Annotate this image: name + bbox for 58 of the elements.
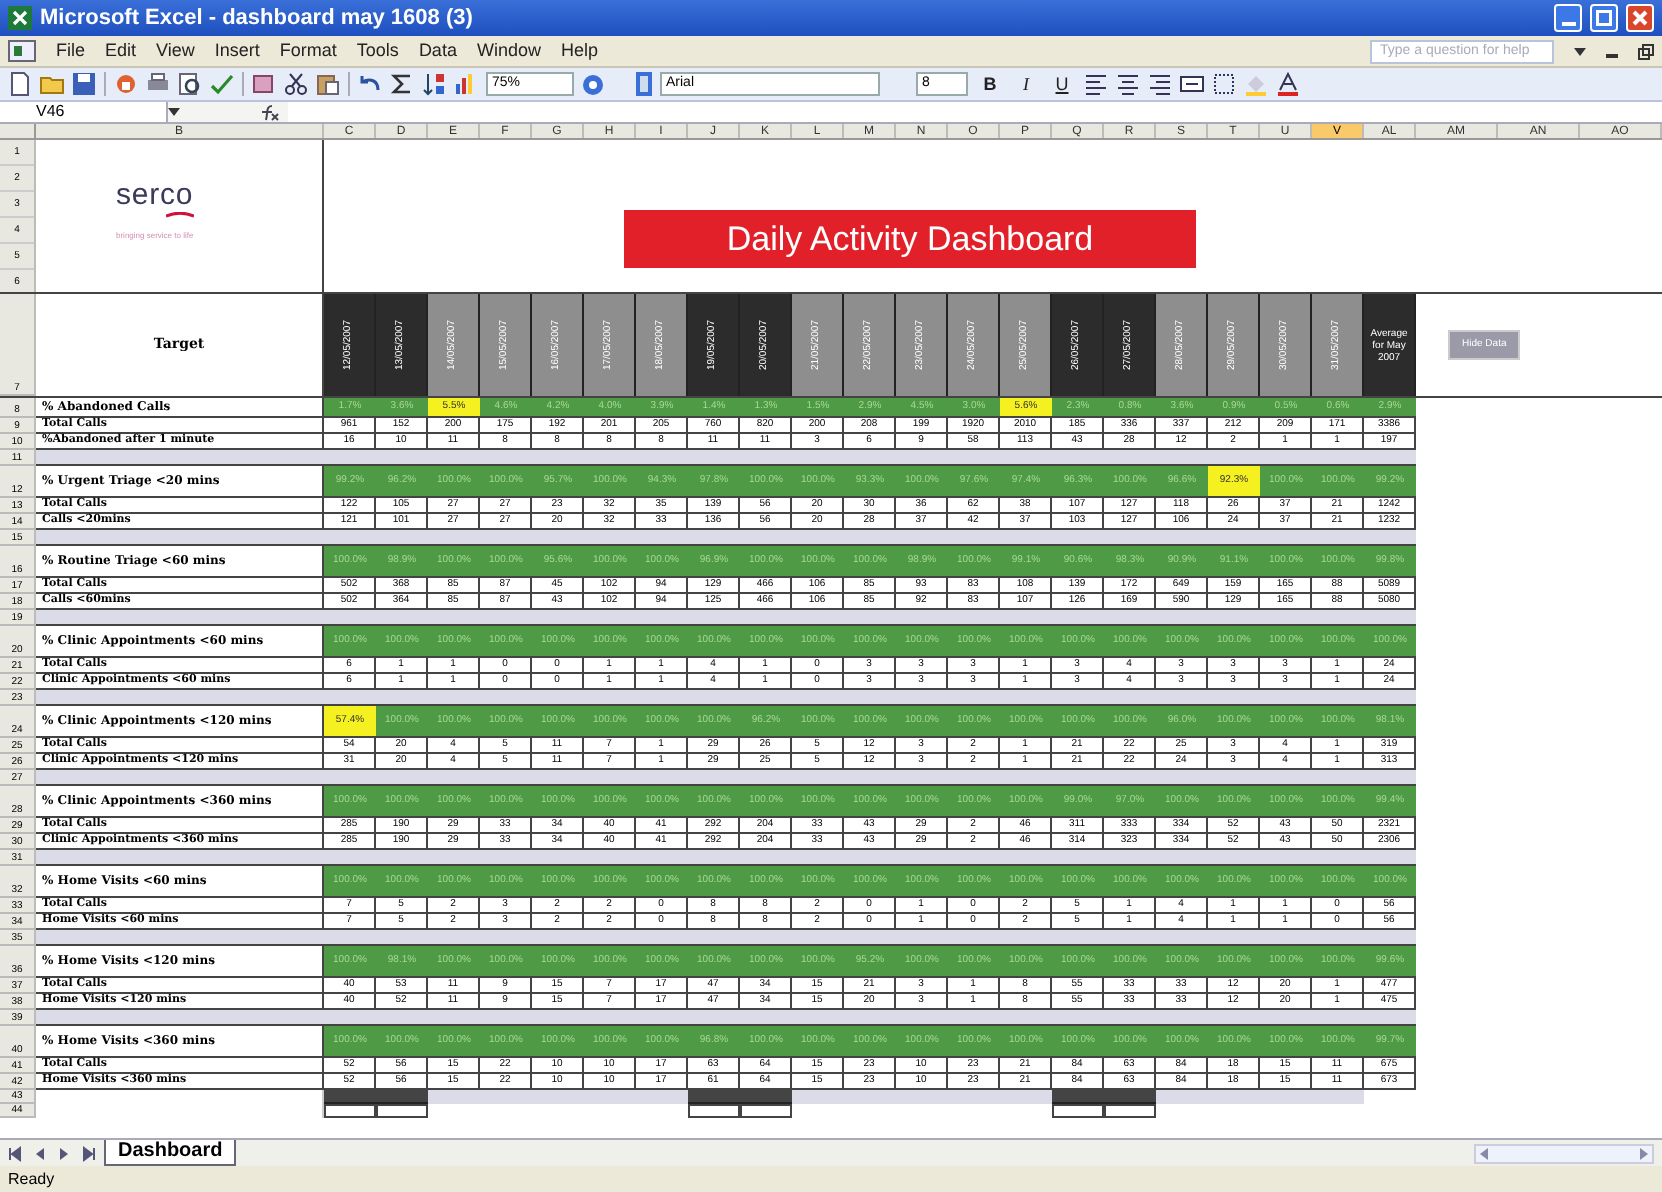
spelling-icon[interactable] [210, 72, 234, 96]
scroll-left-icon[interactable] [1476, 1145, 1492, 1161]
horizontal-scrollbar[interactable] [1474, 1143, 1654, 1163]
save-icon[interactable] [72, 72, 96, 96]
align-right-icon[interactable] [1148, 72, 1172, 96]
last-sheet-icon[interactable] [80, 1145, 96, 1161]
paste-icon[interactable] [316, 72, 340, 96]
excel-icon [8, 6, 32, 30]
format-button[interactable]: B [976, 71, 1004, 97]
formula-field[interactable] [288, 102, 1662, 122]
menu-item[interactable]: View [156, 37, 195, 65]
chart-icon[interactable] [454, 72, 478, 96]
dropdown-caret-icon[interactable] [168, 108, 180, 116]
fill-color-icon[interactable] [1244, 72, 1268, 96]
restore-icon[interactable] [1638, 43, 1654, 59]
maximize-button[interactable] [1590, 4, 1618, 32]
menu-item[interactable]: Tools [356, 37, 399, 65]
format-button[interactable]: U [1048, 71, 1076, 97]
next-sheet-icon[interactable] [56, 1145, 72, 1161]
undo-icon[interactable] [358, 72, 382, 96]
format-button[interactable]: I [1012, 71, 1040, 97]
dashboard-banner: Daily Activity Dashboard [624, 210, 1196, 268]
menu-item[interactable]: Data [418, 37, 457, 65]
menu-item[interactable]: Format [279, 37, 337, 65]
cut-icon[interactable] [284, 72, 308, 96]
logo-wordmark: serco [116, 180, 194, 212]
menu-item[interactable]: Edit [105, 37, 137, 65]
window-title: Microsoft Excel - dashboard may 1608 (3) [40, 3, 473, 34]
name-box[interactable]: V46 [0, 102, 168, 122]
align-center-icon[interactable] [1116, 72, 1140, 96]
align-left-icon[interactable] [1084, 72, 1108, 96]
sheet-tab[interactable]: Dashboard [104, 1140, 237, 1166]
menu-item[interactable]: File [56, 37, 86, 65]
sort-icon[interactable] [422, 72, 446, 96]
new-document-icon[interactable] [8, 72, 32, 96]
menu-item[interactable]: Window [476, 37, 541, 65]
logo-swoosh-icon [165, 212, 194, 218]
minimize-icon [1561, 22, 1575, 26]
autosum-icon[interactable] [390, 72, 414, 96]
menu-item[interactable]: Help [560, 37, 598, 65]
status-text: Ready [8, 1167, 55, 1191]
scroll-right-icon[interactable] [1636, 1145, 1652, 1161]
merge-center-icon[interactable] [1180, 72, 1204, 96]
print-preview-icon[interactable] [178, 72, 202, 96]
folder-icon[interactable] [40, 72, 64, 96]
function-icon[interactable] [260, 103, 280, 121]
print-icon[interactable] [146, 72, 170, 96]
first-sheet-icon[interactable] [8, 1145, 24, 1161]
minimize-button[interactable] [1554, 4, 1582, 32]
close-button[interactable] [1626, 4, 1654, 32]
borders-icon[interactable] [1212, 72, 1236, 96]
menu-item[interactable]: Insert [214, 37, 260, 65]
workbook-icon [8, 40, 36, 62]
maximize-icon [1596, 10, 1612, 26]
font-color-icon[interactable] [1276, 72, 1300, 96]
dropdown-caret-icon [1574, 47, 1586, 55]
close-icon [1632, 10, 1648, 26]
previous-sheet-icon[interactable] [32, 1145, 48, 1161]
